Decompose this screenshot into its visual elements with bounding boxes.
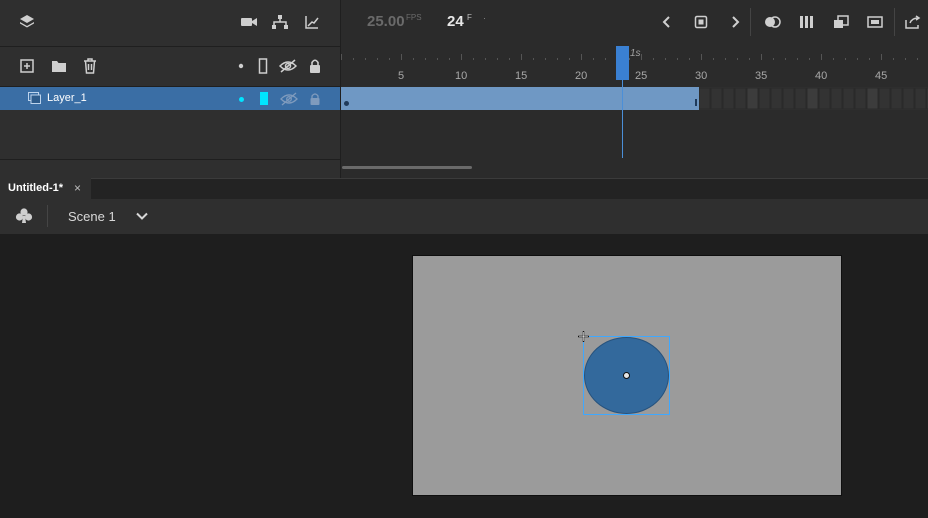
empty-frame-cell[interactable]	[878, 87, 891, 110]
empty-frame-cell[interactable]	[902, 87, 915, 110]
symbol-clubs-icon[interactable]	[14, 207, 34, 225]
scene-label[interactable]: Scene 1	[68, 209, 116, 224]
timeline-scrollbar[interactable]	[342, 166, 472, 169]
toolbar-divider	[894, 8, 895, 36]
document-title[interactable]: Untitled-1*	[8, 182, 63, 194]
export-icon[interactable]	[903, 12, 923, 32]
close-tab-icon[interactable]: ×	[74, 181, 81, 195]
empty-frame-cell[interactable]	[770, 87, 783, 110]
layer-lock-icon[interactable]	[309, 92, 321, 106]
frame-dot: ·	[483, 13, 486, 23]
layer-name[interactable]: Layer_1	[47, 92, 87, 104]
ruler-tick-label: 5	[398, 70, 405, 82]
empty-frame-cell[interactable]	[710, 87, 723, 110]
empty-frame-cell[interactable]	[722, 87, 735, 110]
ruler-tick-label: 10	[455, 70, 468, 82]
empty-frame-cell[interactable]	[830, 87, 843, 110]
stop-icon[interactable]	[691, 12, 711, 32]
layer-type-icon	[28, 92, 41, 104]
ruler-tick-label: 25	[635, 70, 648, 82]
keyframe-dot[interactable]	[344, 101, 349, 106]
empty-frame-cell[interactable]	[806, 87, 819, 110]
ruler-tick-label: 15	[515, 70, 528, 82]
layer-highlight-dot[interactable]	[239, 97, 244, 102]
scene-divider	[47, 205, 48, 227]
layer-visibility-icon[interactable]	[280, 92, 298, 106]
empty-frame-cell[interactable]	[842, 87, 855, 110]
ruler-tick-label: 45	[875, 70, 888, 82]
fps-value[interactable]: 25.00	[367, 13, 405, 30]
empty-frame-cell[interactable]	[794, 87, 807, 110]
insert-tween-icon[interactable]	[865, 12, 885, 32]
ruler-tick-label: 20	[575, 70, 588, 82]
prev-frame-icon[interactable]	[657, 12, 677, 32]
layers-icon[interactable]	[17, 12, 37, 32]
layers-bottom-divider	[0, 159, 340, 160]
new-folder-icon[interactable]	[49, 56, 69, 76]
end-frame-marker	[695, 99, 697, 106]
new-layer-icon[interactable]	[17, 56, 37, 76]
empty-frame-cell[interactable]	[818, 87, 831, 110]
empty-frames[interactable]	[699, 87, 928, 110]
frame-unit: F	[467, 13, 472, 22]
current-frame[interactable]: 24	[447, 13, 464, 30]
ruler-tick-label: 40	[815, 70, 828, 82]
crosshair-cursor-icon	[578, 331, 589, 342]
empty-frame-cell[interactable]	[914, 87, 927, 110]
insert-keyframe-icon[interactable]	[831, 12, 851, 32]
empty-frame-cells	[699, 87, 928, 110]
empty-frame-cell[interactable]	[890, 87, 903, 110]
edit-multiple-frames-icon[interactable]	[797, 12, 817, 32]
next-frame-icon[interactable]	[725, 12, 745, 32]
empty-frame-cell[interactable]	[866, 87, 879, 110]
ruler-tick-label: 35	[755, 70, 768, 82]
highlight-dot-icon[interactable]	[231, 56, 251, 76]
playhead[interactable]	[616, 46, 629, 80]
ruler-tick-label: 30	[695, 70, 708, 82]
visibility-icon[interactable]	[278, 56, 298, 76]
empty-frame-cell[interactable]	[746, 87, 759, 110]
empty-frame-cell[interactable]	[699, 87, 711, 110]
chevron-down-icon[interactable]	[135, 209, 149, 223]
playback-divider	[750, 8, 751, 36]
delete-icon[interactable]	[80, 56, 100, 76]
second-marker: 1s	[630, 48, 641, 59]
empty-frame-cell[interactable]	[854, 87, 867, 110]
empty-frame-cell[interactable]	[758, 87, 771, 110]
layer-color-swatch[interactable]	[260, 92, 268, 105]
onion-skin-icon[interactable]	[763, 12, 783, 32]
frame-span[interactable]	[341, 87, 699, 110]
transformation-point[interactable]	[623, 372, 630, 379]
fps-unit: FPS	[406, 13, 422, 22]
lock-icon[interactable]	[305, 56, 325, 76]
empty-frame-cell[interactable]	[734, 87, 747, 110]
hierarchy-icon[interactable]	[270, 12, 290, 32]
document-tabbar	[0, 178, 928, 199]
empty-frame-cell[interactable]	[782, 87, 795, 110]
graph-icon[interactable]	[302, 12, 322, 32]
camera-icon[interactable]	[239, 12, 259, 32]
outline-icon[interactable]	[253, 56, 273, 76]
